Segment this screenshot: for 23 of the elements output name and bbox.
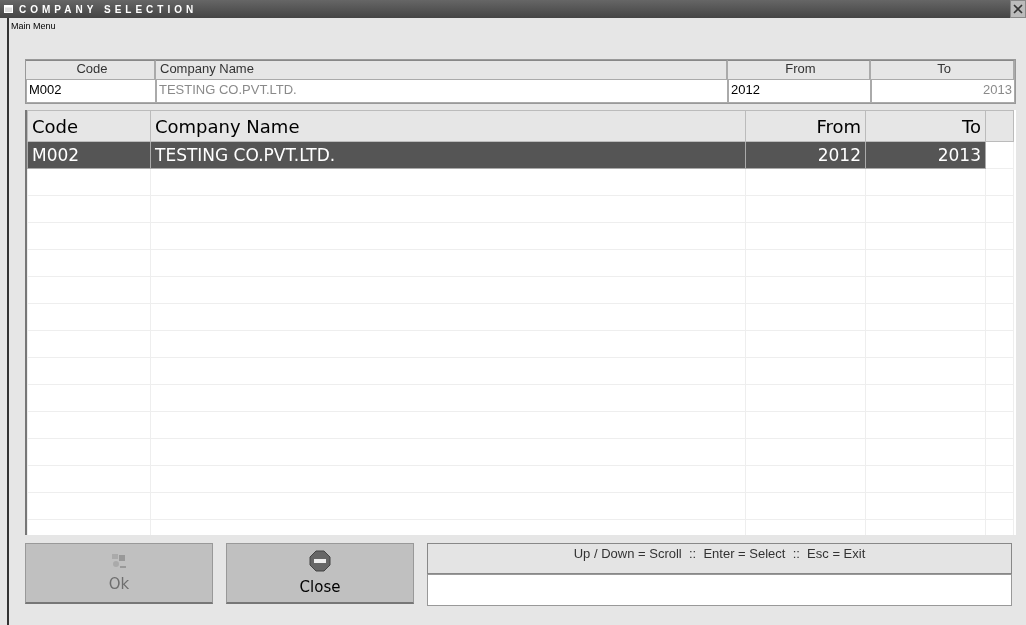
table-cell: M002 xyxy=(27,141,151,169)
keyboard-hint: Up / Down = Scroll :: Enter = Select :: Esc = Exit xyxy=(427,543,1012,574)
column-header: Code xyxy=(26,60,156,79)
close-button[interactable]: Close xyxy=(226,543,414,604)
stop-sign-icon xyxy=(309,550,331,572)
close-icon[interactable] xyxy=(1010,0,1026,18)
table-cell: 2012 xyxy=(745,141,866,169)
window-title: COMPANY SELECTION xyxy=(19,3,199,15)
column-header[interactable]: From xyxy=(745,110,866,142)
filter-field[interactable]: M002 xyxy=(26,79,156,103)
table-cell: TESTING CO.PVT.LTD. xyxy=(150,141,746,169)
column-header: To xyxy=(871,60,1015,79)
find-icon xyxy=(111,553,127,569)
table-cell: 2013 xyxy=(865,141,986,169)
column-header: From xyxy=(728,60,871,79)
column-header[interactable]: To xyxy=(865,110,986,142)
column-header: Company Name xyxy=(156,60,728,79)
table-row[interactable]: M002 TESTING CO.PVT.LTD. 2012 2013 xyxy=(27,141,1014,169)
window-icon xyxy=(4,5,13,13)
column-header[interactable]: Company Name xyxy=(150,110,746,142)
menu-item[interactable]: Main Menu xyxy=(11,21,56,31)
filter-field[interactable]: 2012 xyxy=(728,79,871,103)
column-header[interactable]: Code xyxy=(27,110,151,142)
